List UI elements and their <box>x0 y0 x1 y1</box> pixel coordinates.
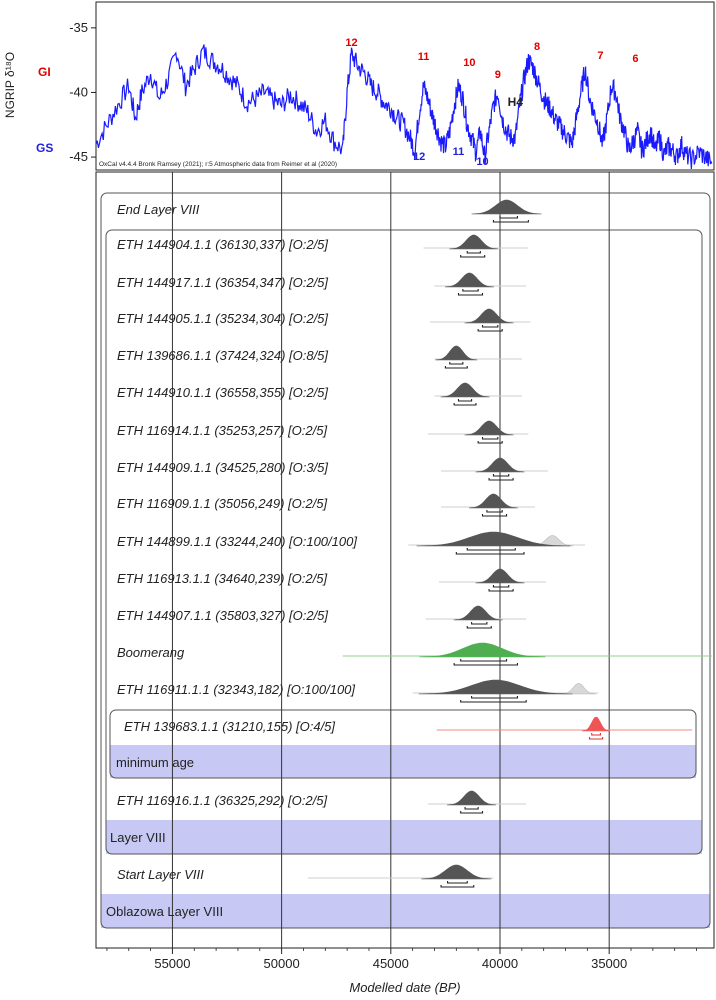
gi-event-label: 7 <box>597 50 603 62</box>
row-label: ETH 144909.1.1 (34525,280) [O:3/5] <box>117 460 328 475</box>
x-tick-label: 55000 <box>154 956 190 971</box>
row-label: Boomerang <box>117 645 185 660</box>
ngrip-y-axis-title: NGRIP δ¹⁸O <box>3 52 17 118</box>
x-tick-label: 50000 <box>264 956 300 971</box>
oxcal-figure: -35-40-45 1211 10987 612 1110H4 NGRIP δ¹⁸O … <box>3 1 715 995</box>
ngrip-panel: -35-40-45 1211 10987 612 1110H4 NGRIP δ¹⁸O … <box>3 1 715 171</box>
gs-label: GS <box>36 141 53 155</box>
gs-event-label: 12 <box>413 151 425 163</box>
row-label: ETH 116913.1.1 (34640,239) [O:2/5] <box>117 571 327 586</box>
x-tick-label: 35000 <box>591 956 627 971</box>
row-label: ETH 144910.1.1 (36558,355) [O:2/5] <box>117 385 328 400</box>
gi-event-label: 12 <box>345 37 357 49</box>
ngrip-y-tick-label: -35 <box>69 20 88 35</box>
gi-event-label: 10 <box>463 57 475 69</box>
gi-event-label: 11 <box>418 51 430 63</box>
box-title-minimum-age: minimum age <box>116 755 194 770</box>
ngrip-y-tick-label: -45 <box>69 149 88 164</box>
row-label: ETH 116911.1.1 (32343,182) [O:100/100] <box>117 682 355 697</box>
gs-event-label: 11 <box>453 146 465 158</box>
row-label: ETH 144904.1.1 (36130,337) [O:2/5] <box>117 237 328 252</box>
gi-event-label: 9 <box>495 69 501 81</box>
box-title-oblazowa: Oblazowa Layer VIII <box>106 904 223 919</box>
heinrich-event-label: H4 <box>508 95 524 109</box>
ngrip-credit: OxCal v4.4.4 Bronk Ramsey (2021); r:5 At… <box>99 161 337 168</box>
gs-event-label: 10 <box>476 156 488 168</box>
oxcal-panel: Oblazowa Layer VIII Layer VIII minimum a… <box>95 171 715 995</box>
row-label: ETH 139683.1.1 (31210,155) [O:4/5] <box>124 719 335 734</box>
x-axis-ticks: 55000 50000 45000 40000 35000 <box>106 948 697 971</box>
x-axis-title: Modelled date (BP) <box>349 980 460 995</box>
row-label: ETH 116914.1.1 (35253,257) [O:2/5] <box>117 423 327 438</box>
band-layer-viii <box>106 820 702 854</box>
row-label: ETH 144907.1.1 (35803,327) [O:2/5] <box>117 608 328 623</box>
row-label: ETH 144899.1.1 (33244,240) [O:100/100] <box>117 534 357 549</box>
x-tick-label: 45000 <box>373 956 409 971</box>
ngrip-y-ticks: -35 -40 -45 <box>69 20 96 164</box>
row-label: ETH 139686.1.1 (37424,324) [O:8/5] <box>117 348 328 363</box>
box-title-layer-viii: Layer VIII <box>110 830 166 845</box>
band-minimum-age <box>110 745 696 778</box>
row-label: ETH 144905.1.1 (35234,304) [O:2/5] <box>117 311 328 326</box>
gi-event-label: 8 <box>534 41 540 53</box>
x-tick-label: 40000 <box>482 956 518 971</box>
row-label: Start Layer VIII <box>117 867 204 882</box>
ngrip-y-tick-label: -40 <box>69 84 88 99</box>
row-label: End Layer VIII <box>117 202 200 217</box>
row-label: ETH 116909.1.1 (35056,249) [O:2/5] <box>117 496 327 511</box>
gi-label: GI <box>38 65 51 79</box>
row-label: ETH 144917.1.1 (36354,347) [O:2/5] <box>117 275 328 290</box>
gi-event-label: 6 <box>632 53 638 65</box>
row-label: ETH 116916.1.1 (36325,292) [O:2/5] <box>117 793 327 808</box>
